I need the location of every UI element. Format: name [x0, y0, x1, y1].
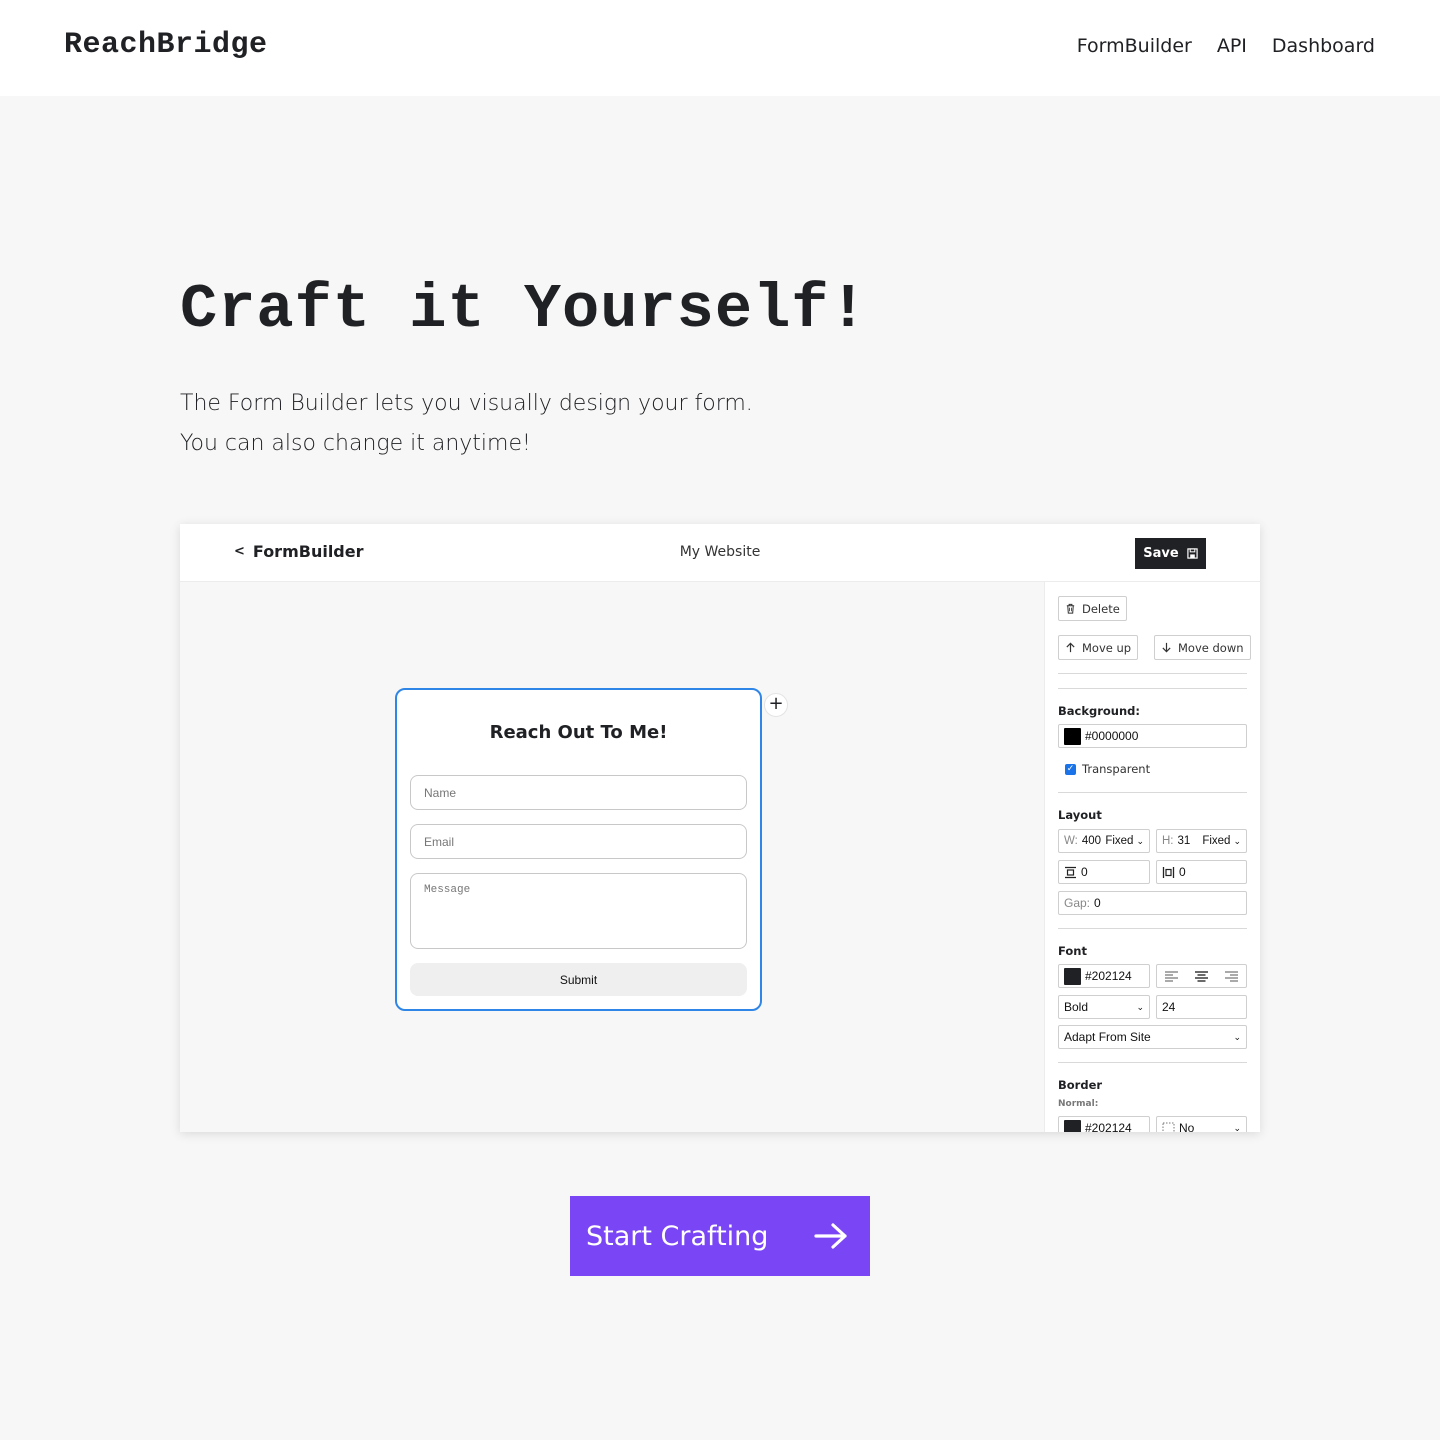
- move-up-button[interactable]: Move up: [1058, 635, 1139, 660]
- font-color-value: #202124: [1085, 969, 1132, 983]
- transparent-checkbox-row: ✓ Transparent: [1065, 762, 1150, 776]
- email-input[interactable]: Email: [410, 824, 747, 859]
- divider: [1058, 673, 1247, 674]
- divider: [1058, 928, 1247, 929]
- width-mode-select[interactable]: Fixed ⌄: [1105, 835, 1144, 847]
- hero-description-line-1: The Form Builder lets you visually desig…: [180, 391, 753, 416]
- font-color-field[interactable]: #202124: [1058, 964, 1150, 988]
- border-color-swatch[interactable]: [1064, 1119, 1081, 1132]
- font-color-swatch[interactable]: [1064, 967, 1081, 985]
- move-up-button-label: Move up: [1082, 640, 1132, 655]
- gap-value: 0: [1094, 896, 1101, 910]
- chevron-down-icon: ⌄: [1136, 835, 1144, 846]
- site-logo[interactable]: ReachBridge: [64, 28, 268, 62]
- height-prefix: H:: [1162, 835, 1174, 847]
- top-navigation: ReachBridge FormBuilder API Dashboard: [0, 0, 1440, 96]
- border-style-select[interactable]: No ⌄: [1156, 1116, 1247, 1132]
- gap-field[interactable]: Gap: 0: [1058, 891, 1247, 915]
- move-down-button[interactable]: Move down: [1154, 635, 1251, 660]
- save-button[interactable]: Save: [1135, 538, 1206, 569]
- height-mode-select[interactable]: Fixed ⌄: [1202, 835, 1241, 847]
- arrow-down-icon: [1162, 642, 1171, 653]
- padding-vertical-icon: [1065, 866, 1076, 878]
- chevron-down-icon: ⌄: [1233, 1031, 1241, 1042]
- font-size-field[interactable]: 24: [1156, 995, 1247, 1019]
- floppy-disk-icon: [1187, 548, 1198, 559]
- height-mode-value: Fixed: [1202, 835, 1231, 847]
- contact-form-preview[interactable]: Reach Out To Me! Name Email Message Subm…: [395, 688, 762, 1011]
- font-weight-value: Bold: [1064, 1000, 1089, 1014]
- text-align-group: [1156, 964, 1247, 988]
- vertical-padding-value: 0: [1081, 865, 1088, 879]
- arrow-up-icon: [1066, 642, 1075, 653]
- border-style-value: No: [1179, 1121, 1195, 1132]
- font-weight-caret: ⌄: [1136, 1002, 1144, 1013]
- arrow-right-icon: [814, 1223, 847, 1249]
- font-label: Font: [1058, 944, 1087, 958]
- width-prefix: W:: [1064, 835, 1078, 847]
- vertical-padding-field[interactable]: 0: [1058, 860, 1150, 884]
- font-family-caret: ⌄: [1233, 1032, 1241, 1043]
- app-header: < FormBuilder My Website Save: [180, 524, 1260, 582]
- start-crafting-button[interactable]: Start Crafting: [570, 1196, 870, 1276]
- horizontal-padding-field[interactable]: 0: [1156, 860, 1247, 884]
- chevron-down-icon: ⌄: [1233, 835, 1241, 846]
- background-color-field[interactable]: #0000000: [1058, 724, 1247, 748]
- divider: [1058, 688, 1247, 689]
- transparent-checkbox[interactable]: ✓: [1065, 763, 1076, 775]
- hero-description-line-2: You can also change it anytime!: [180, 431, 531, 456]
- horizontal-padding-value: 0: [1179, 865, 1186, 879]
- border-color-value: #202124: [1085, 1121, 1132, 1132]
- align-center-icon[interactable]: [1194, 970, 1208, 982]
- plus-icon[interactable]: +: [764, 693, 788, 717]
- font-size-value: 24: [1162, 1000, 1176, 1014]
- start-crafting-label: Start Crafting: [586, 1220, 769, 1252]
- message-textarea[interactable]: Message: [410, 873, 747, 949]
- chevron-down-icon: ⌄: [1233, 1122, 1241, 1133]
- border-dotted-icon: [1162, 1122, 1175, 1132]
- border-state-label: Normal:: [1058, 1099, 1099, 1109]
- save-button-label: Save: [1143, 546, 1179, 561]
- nav-link-dashboard[interactable]: Dashboard: [1272, 35, 1375, 57]
- background-label: Background:: [1058, 704, 1140, 718]
- align-right-icon[interactable]: [1224, 971, 1238, 982]
- layout-label: Layout: [1058, 808, 1102, 822]
- gap-prefix: Gap:: [1064, 896, 1091, 910]
- site-name: My Website: [679, 544, 761, 560]
- width-mode-value: Fixed: [1105, 835, 1134, 847]
- delete-button-label: Delete: [1082, 601, 1120, 616]
- nav-link-formbuilder[interactable]: FormBuilder: [1077, 35, 1192, 57]
- name-input[interactable]: Name: [410, 775, 747, 810]
- submit-button[interactable]: Submit: [410, 963, 747, 996]
- transparent-label: Transparent: [1082, 762, 1151, 776]
- delete-button[interactable]: Delete: [1058, 596, 1127, 621]
- chevron-down-icon: ⌄: [1136, 1001, 1144, 1012]
- builder-canvas[interactable]: Reach Out To Me! Name Email Message Subm…: [180, 582, 1044, 1132]
- height-value: 31: [1177, 835, 1191, 847]
- border-label: Border: [1058, 1078, 1103, 1092]
- align-left-icon[interactable]: [1165, 971, 1179, 982]
- move-down-button-label: Move down: [1178, 640, 1244, 655]
- trash-icon: [1066, 603, 1075, 614]
- hero-description: The Form Builder lets you visually desig…: [180, 384, 753, 464]
- font-family-value: Adapt From Site: [1064, 1030, 1151, 1044]
- divider: [1058, 1062, 1247, 1063]
- hero-title: Craft it Yourself!: [180, 274, 868, 345]
- height-field[interactable]: H: 31 Fixed ⌄: [1156, 829, 1247, 853]
- divider: [1058, 792, 1247, 793]
- main-nav: FormBuilder API Dashboard: [1077, 35, 1375, 57]
- properties-panel: Delete Move up Move down Background: #00…: [1044, 582, 1260, 1132]
- border-color-field[interactable]: #202124: [1058, 1116, 1150, 1132]
- width-field[interactable]: W: 400 Fixed ⌄: [1058, 829, 1150, 853]
- padding-horizontal-icon: [1162, 866, 1175, 878]
- width-value: 400: [1081, 835, 1102, 847]
- background-color-value: #0000000: [1085, 729, 1139, 743]
- font-weight-select[interactable]: Bold ⌄: [1058, 995, 1150, 1019]
- font-family-select[interactable]: Adapt From Site ⌄: [1058, 1025, 1247, 1049]
- formbuilder-preview: < FormBuilder My Website Save Reach Out …: [180, 524, 1260, 1132]
- nav-link-api[interactable]: API: [1217, 35, 1247, 57]
- background-color-swatch[interactable]: [1064, 727, 1081, 745]
- border-style-caret: ⌄: [1233, 1123, 1241, 1133]
- form-title[interactable]: Reach Out To Me!: [397, 722, 760, 743]
